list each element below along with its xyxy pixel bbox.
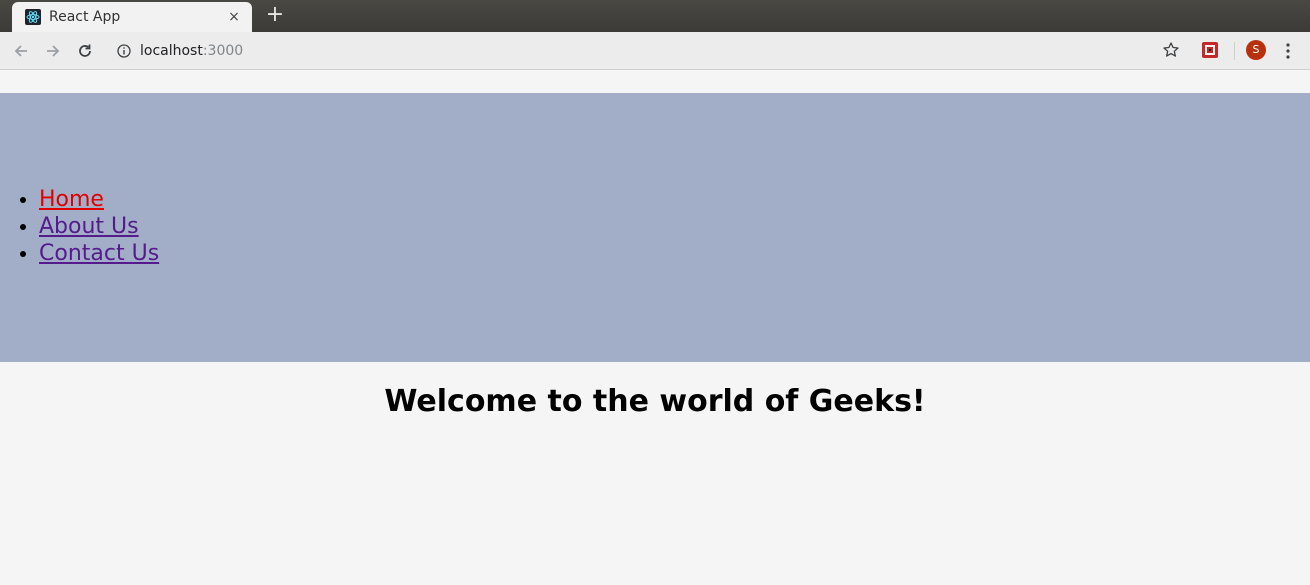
- nav-item-about: About Us: [39, 213, 159, 240]
- nav-link-contact-us[interactable]: Contact Us: [39, 241, 159, 266]
- nav-list: Home About Us Contact Us: [0, 186, 159, 267]
- nav-link-about-us[interactable]: About Us: [39, 214, 139, 239]
- new-tab-button[interactable]: +: [262, 3, 288, 29]
- page-title: Welcome to the world of Geeks!: [384, 384, 926, 419]
- star-icon: [1163, 42, 1179, 57]
- arrow-left-icon: [14, 45, 27, 57]
- forward-button[interactable]: [41, 39, 65, 63]
- nav-item-contact: Contact Us: [39, 240, 159, 267]
- kebab-menu-icon: [1286, 43, 1290, 59]
- nav-header: Home About Us Contact Us: [0, 93, 1310, 362]
- extension-button[interactable]: [1200, 40, 1220, 60]
- address-bar[interactable]: localhost:3000: [108, 36, 1198, 66]
- arrow-right-icon: [47, 45, 60, 57]
- back-button[interactable]: [9, 39, 33, 63]
- tab-title: React App: [49, 9, 121, 25]
- toolbar-divider: [1234, 42, 1235, 60]
- browser-tab[interactable]: React App ×: [12, 2, 252, 32]
- extension-icon: [1202, 42, 1218, 58]
- browser-toolbar: localhost:3000 S: [0, 32, 1310, 70]
- bookmark-button[interactable]: [1160, 39, 1182, 61]
- react-logo-icon: [25, 9, 41, 25]
- nav-item-home: Home: [39, 186, 159, 213]
- url-port: :3000: [202, 43, 244, 59]
- tab-strip: React App × +: [0, 0, 1310, 32]
- reload-icon: [79, 44, 91, 57]
- page-viewport: Home About Us Contact Us Welcome to the …: [0, 70, 1310, 585]
- profile-avatar[interactable]: S: [1246, 40, 1266, 60]
- url-host: localhost: [140, 43, 203, 59]
- info-icon[interactable]: [116, 43, 132, 59]
- tab-close-icon[interactable]: ×: [226, 9, 242, 25]
- browser-menu-button[interactable]: [1278, 40, 1298, 62]
- reload-button[interactable]: [73, 39, 97, 63]
- nav-link-home[interactable]: Home: [39, 187, 104, 212]
